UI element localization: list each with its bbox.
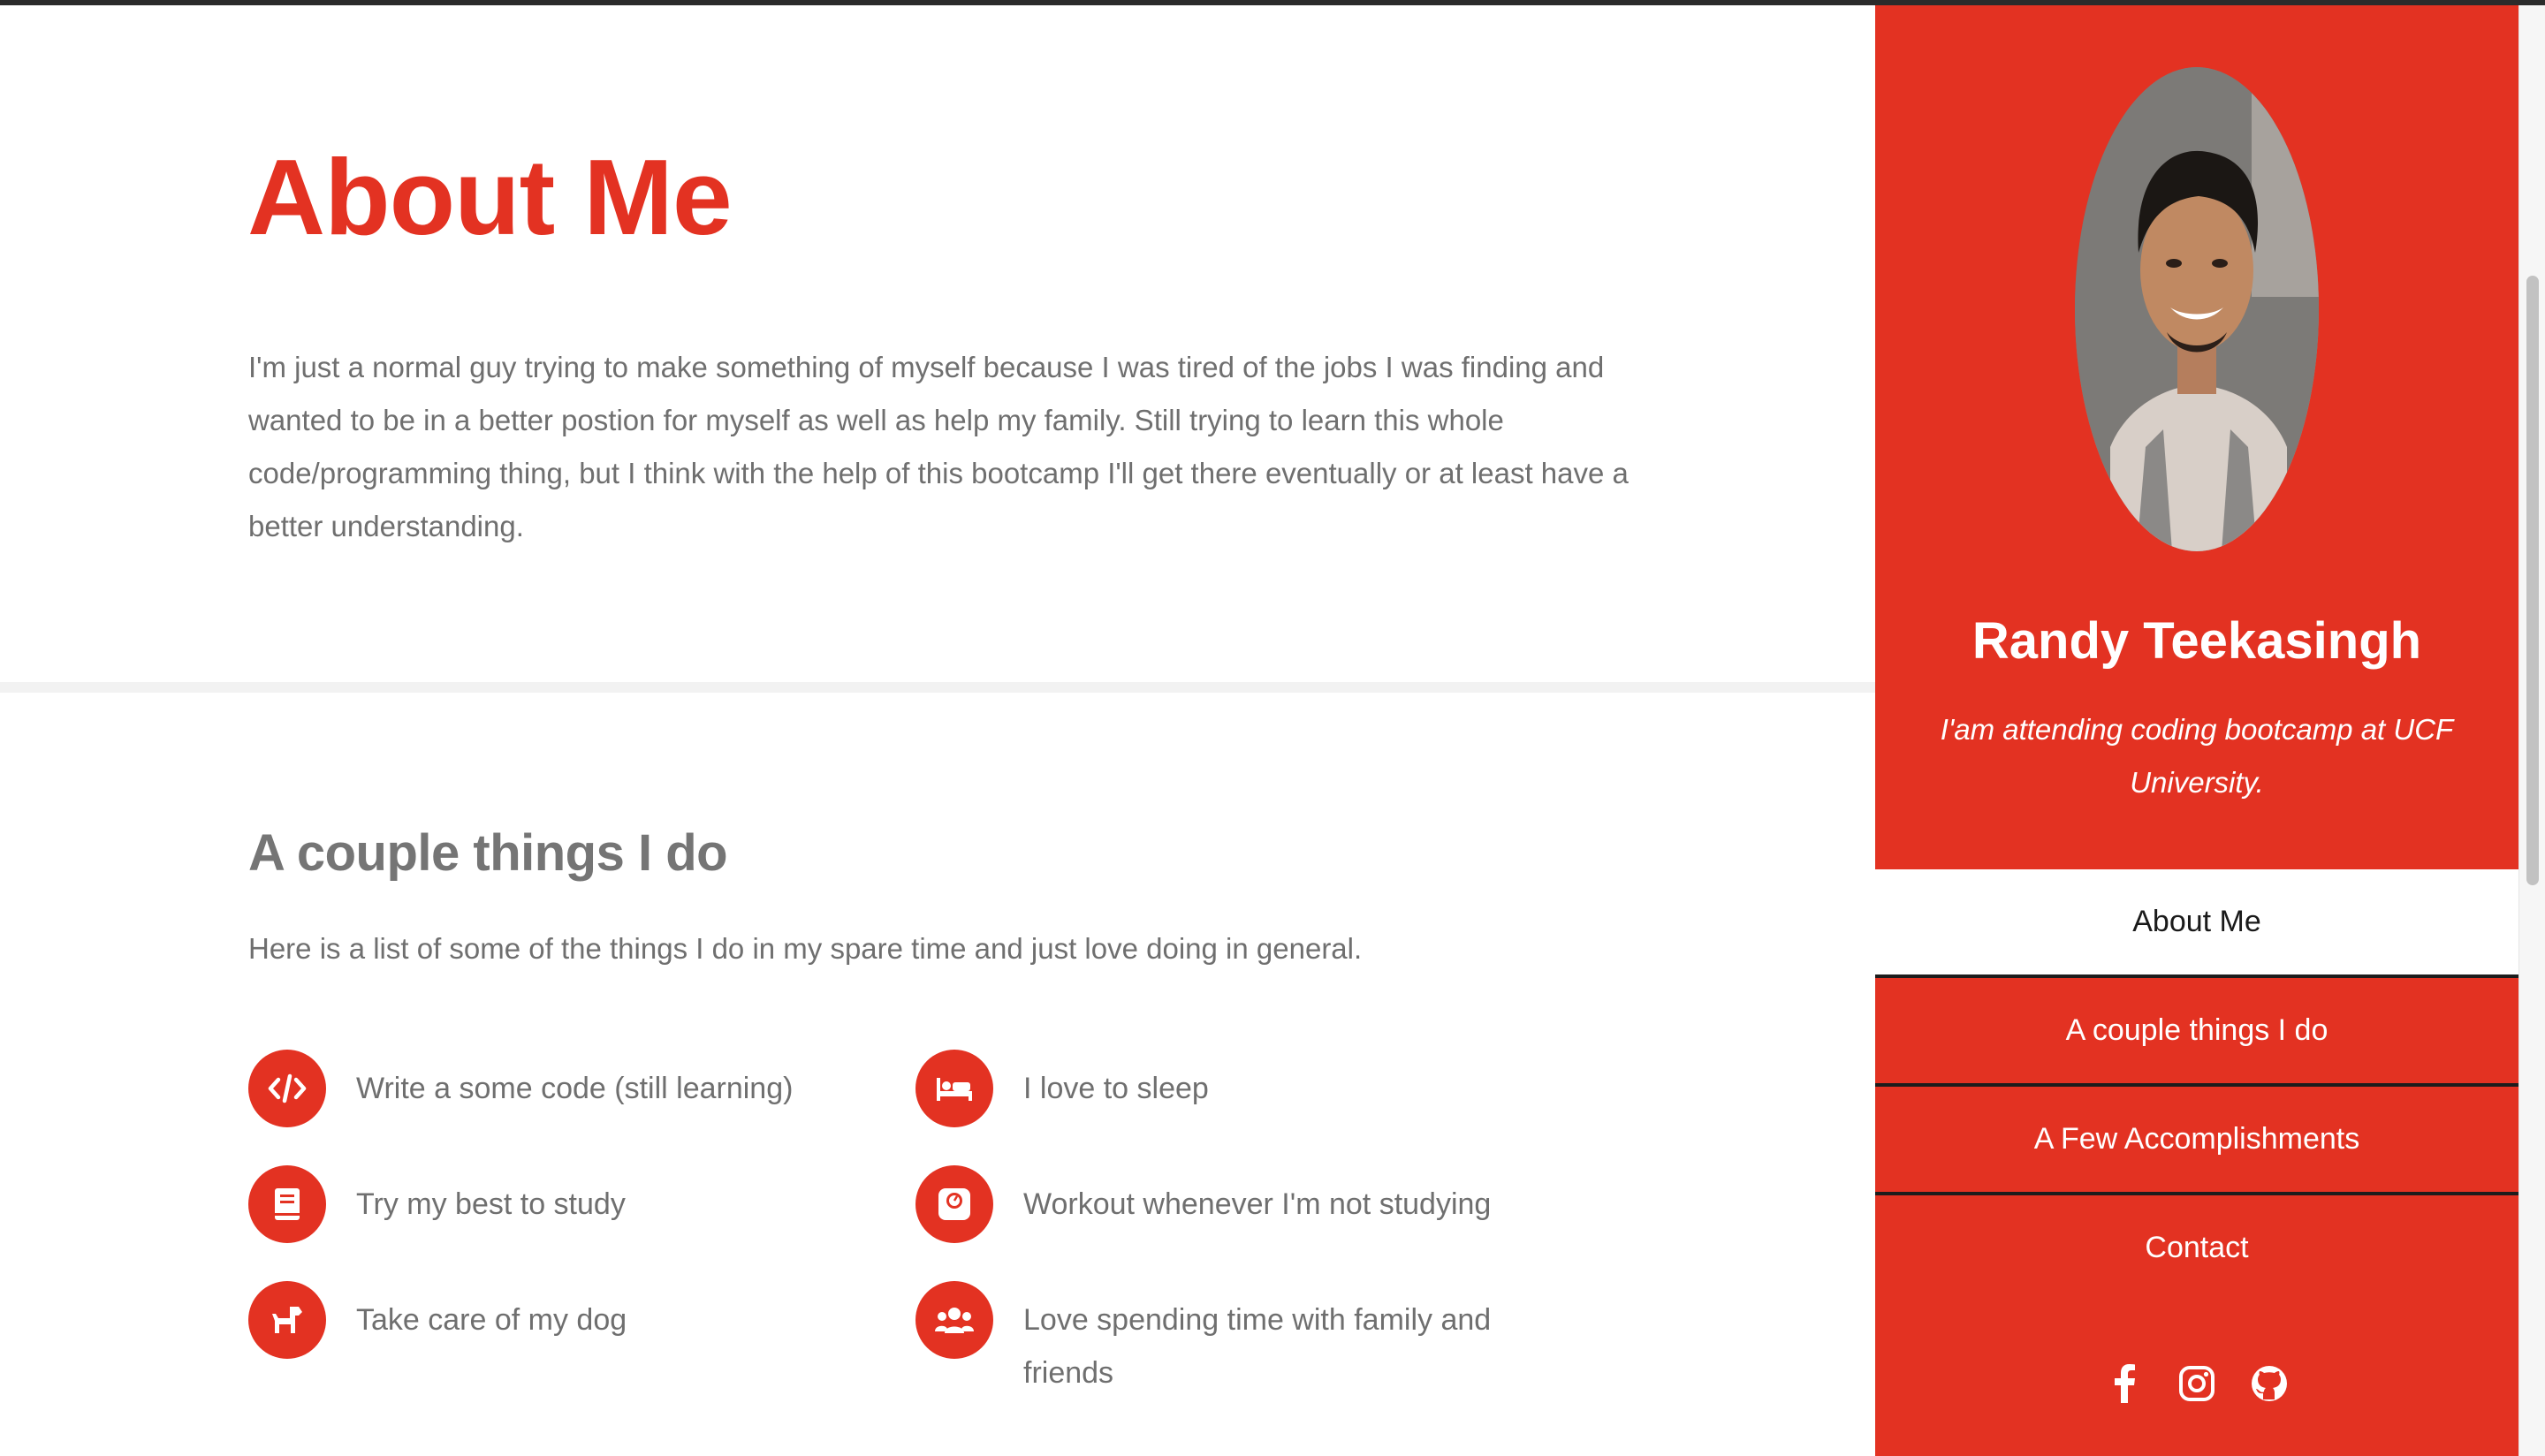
activity-item: Take care of my dog <box>248 1281 851 1359</box>
activity-item: I love to sleep <box>915 1050 1518 1127</box>
activity-item: Try my best to study <box>248 1165 851 1243</box>
profile-tagline: I'am attending coding bootcamp at UCF Un… <box>1940 713 2454 799</box>
activity-label: Try my best to study <box>356 1187 626 1221</box>
activity-label: I love to sleep <box>1023 1072 1209 1105</box>
main-content: About Me I'm just a normal guy trying to… <box>0 5 1875 1456</box>
activity-item: Write a some code (still learning) <box>248 1050 851 1127</box>
bed-icon <box>915 1050 993 1127</box>
things-intro: Here is a list of some of the things I d… <box>248 932 1363 965</box>
activity-item: Love spending time with family and frien… <box>915 1281 1518 1399</box>
users-icon <box>915 1281 993 1359</box>
things-title: A couple things I do <box>248 824 728 882</box>
nav-item-accomplishments[interactable]: A Few Accomplishments <box>1875 1087 2518 1195</box>
book-icon <box>248 1165 326 1243</box>
nav-item-about-me[interactable]: About Me <box>1875 869 2518 978</box>
github-icon[interactable] <box>2246 1361 2292 1407</box>
social-links <box>1875 1361 2518 1407</box>
scrollbar-thumb[interactable] <box>2526 276 2539 885</box>
about-text: I'm just a normal guy trying to make som… <box>248 351 1629 542</box>
code-icon <box>248 1050 326 1127</box>
activity-label: Take care of my dog <box>356 1303 627 1337</box>
profile-name: Randy Teekasingh <box>1971 612 2422 670</box>
activity-label: Love spending time with family and frien… <box>1023 1303 1492 1390</box>
sidebar-nav: About Me A couple things I do A Few Acco… <box>1875 869 2518 1304</box>
activity-label: Workout whenever I'm not studying <box>1023 1187 1492 1221</box>
about-section: About Me I'm just a normal guy trying to… <box>0 5 1875 682</box>
profile-photo <box>2075 67 2319 551</box>
activity-item: Workout whenever I'm not studying <box>915 1165 1518 1243</box>
instagram-icon[interactable] <box>2174 1361 2220 1407</box>
page-title: About Me <box>247 137 733 257</box>
weight-scale-icon <box>915 1165 993 1243</box>
things-section: A couple things I do Here is a list of s… <box>0 693 1875 1452</box>
section-divider <box>0 682 1875 693</box>
nav-item-couple-things[interactable]: A couple things I do <box>1875 978 2518 1087</box>
nav-item-contact[interactable]: Contact <box>1875 1195 2518 1304</box>
dog-icon <box>248 1281 326 1359</box>
scrollbar[interactable] <box>2518 5 2545 1456</box>
activity-label: Write a some code (still learning) <box>356 1072 794 1105</box>
sidebar: Randy Teekasingh I'am attending coding b… <box>1875 5 2518 1456</box>
facebook-icon[interactable] <box>2101 1361 2147 1407</box>
